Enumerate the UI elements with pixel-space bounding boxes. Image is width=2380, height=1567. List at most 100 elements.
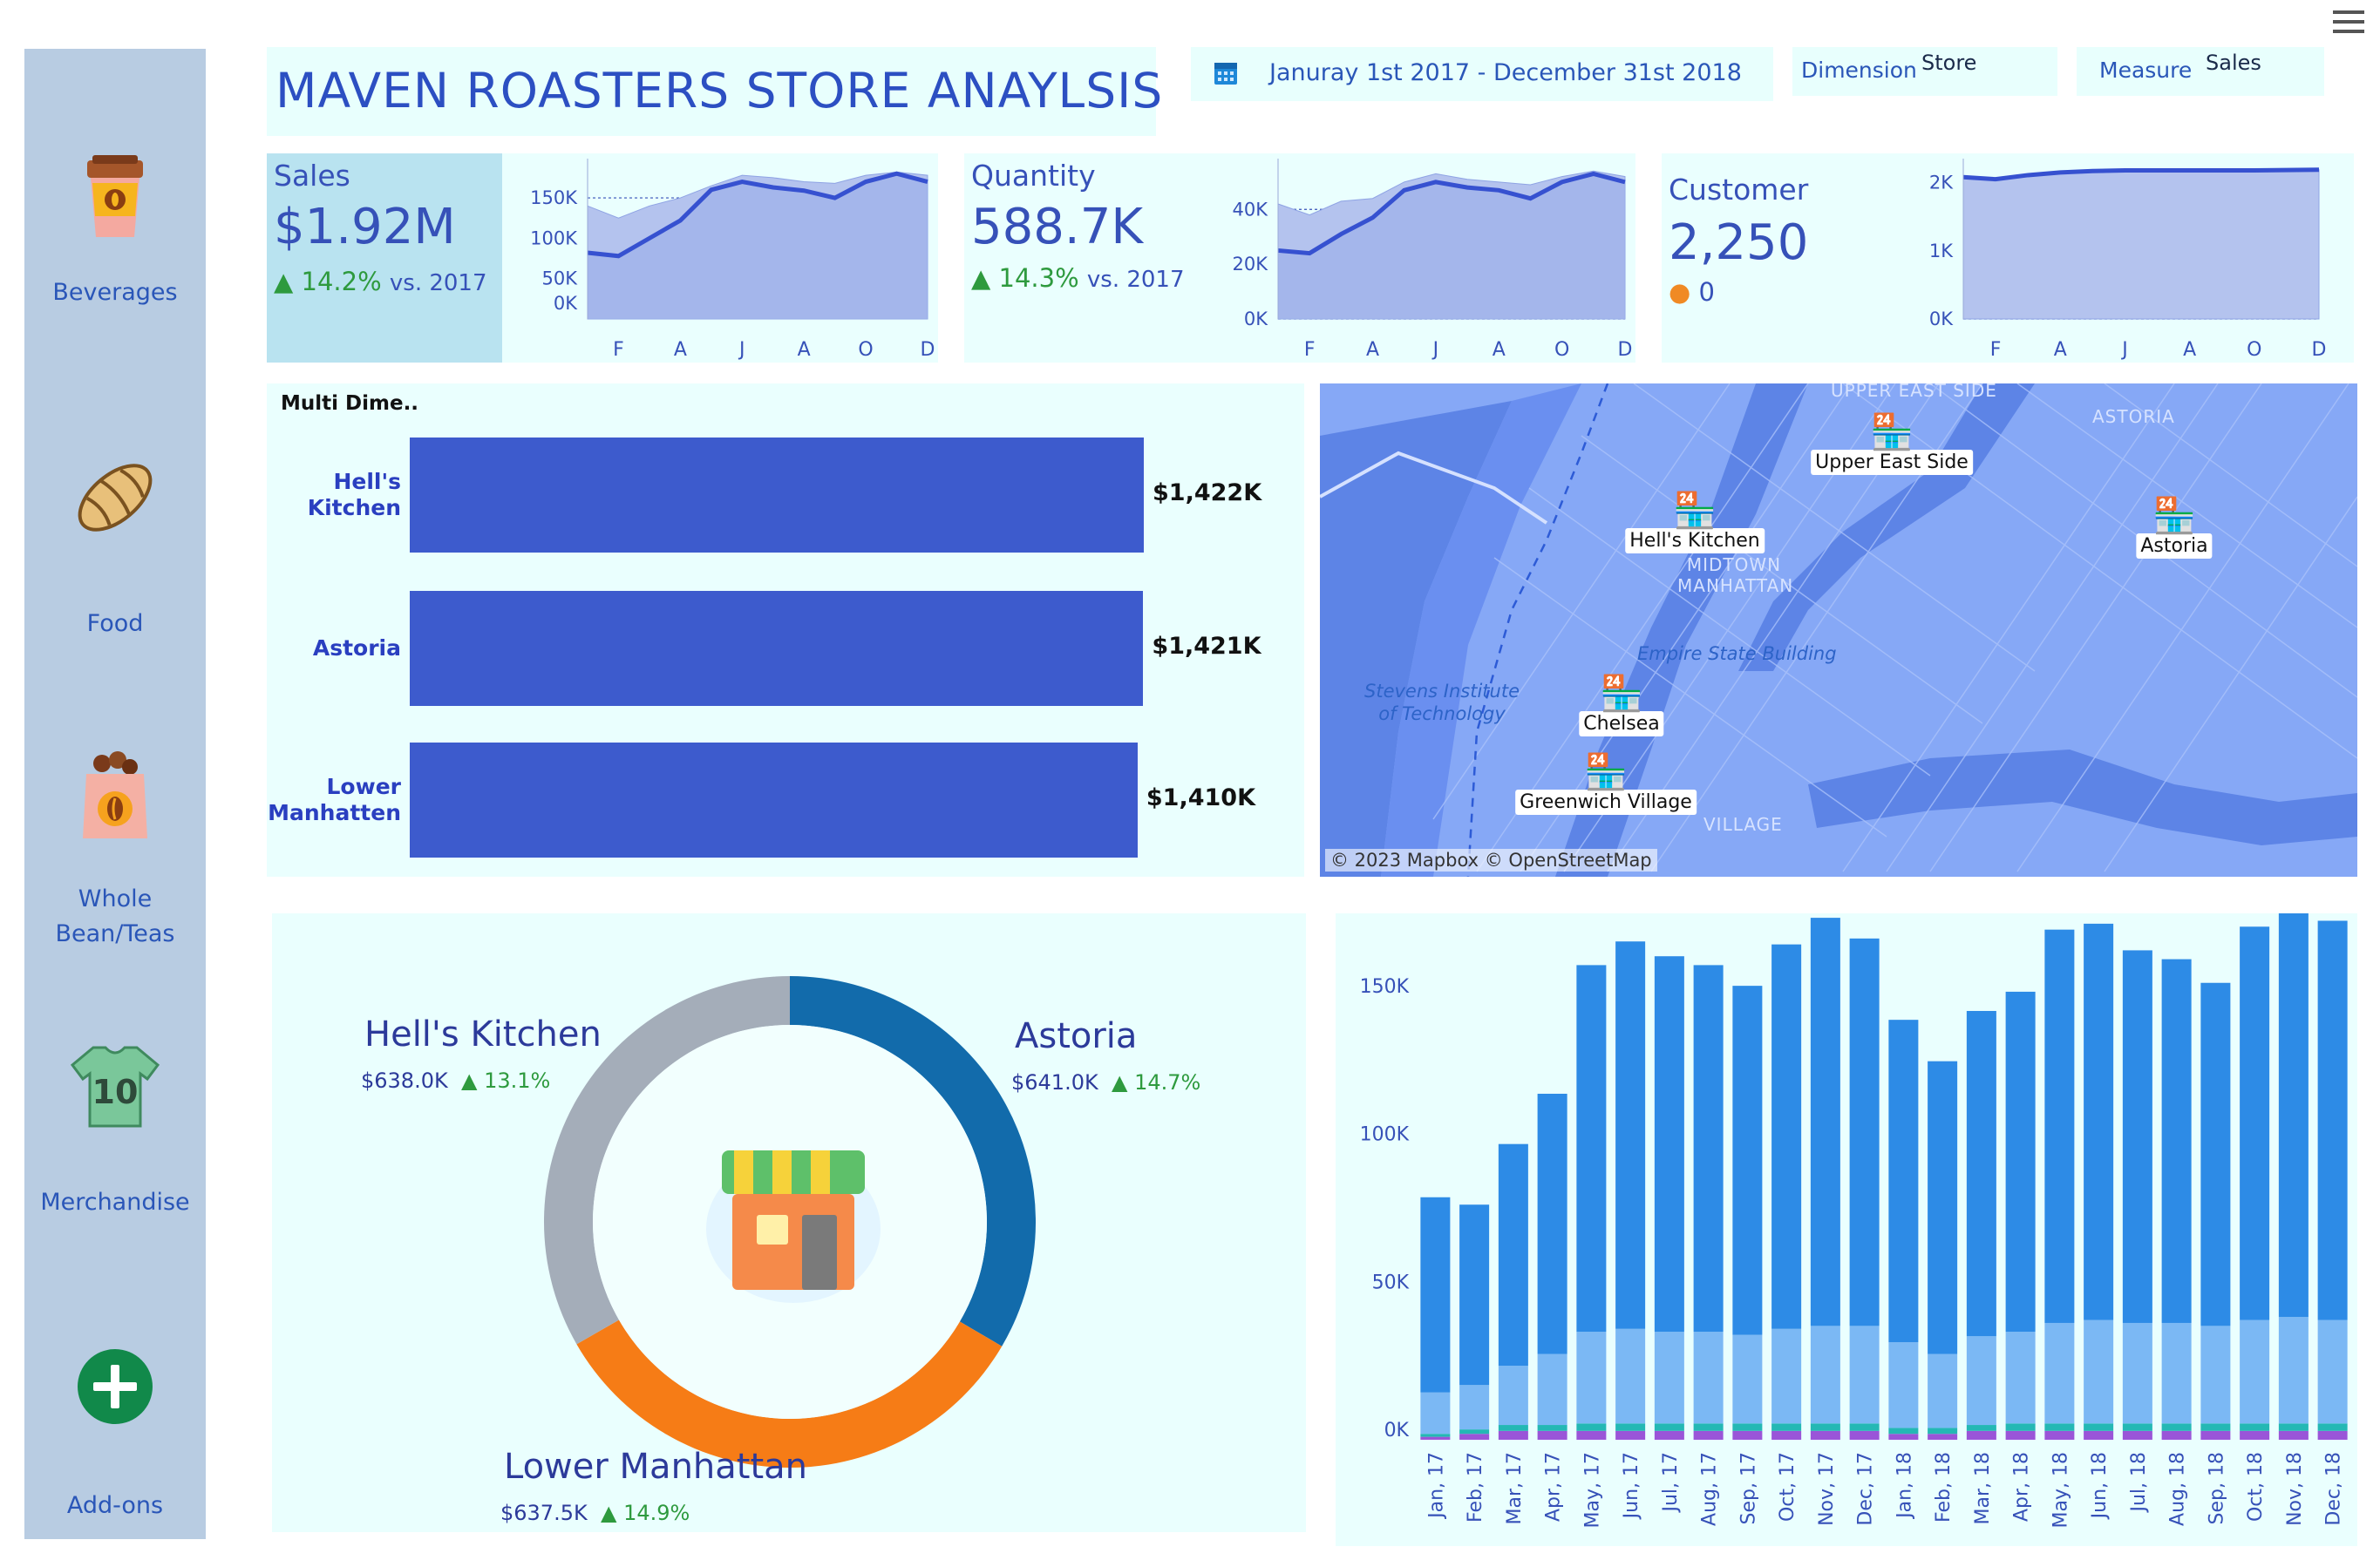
stacked-bar-segment — [2200, 1423, 2231, 1431]
store-icon: 🏪 — [2152, 496, 2196, 536]
stacked-bar-segment — [2084, 1423, 2114, 1431]
sidebar-item-food[interactable]: Food — [24, 450, 206, 641]
stacked-bar-segment — [1888, 1342, 1919, 1428]
x-tick-label: Nov, 17 — [1816, 1452, 1838, 1526]
map-marker-hells-kitchen[interactable]: 🏪 Hell's Kitchen — [1625, 493, 1765, 553]
measure-filter[interactable]: Measure Sales — [2077, 47, 2324, 96]
stacked-bar-segment — [2161, 1430, 2192, 1440]
stacked-bar-segment — [2317, 920, 2348, 1320]
sidebar-item-label: Food — [86, 610, 144, 637]
store-bar-chart: Hell's Kitchen $1,422K Astoria $1,421K Lower… — [267, 383, 1304, 877]
kpi-sales-value: $1.92M — [274, 199, 456, 255]
stacked-bar-segment — [1888, 1428, 1919, 1435]
donut-sub-astoria: $641.0K ▲ 14.7% — [1011, 1070, 1200, 1095]
stacked-bar-segment — [2278, 1423, 2309, 1431]
stacked-bar-segment — [1693, 1430, 1724, 1440]
dimension-filter[interactable]: Dimension Store — [1792, 47, 2057, 96]
croissant-icon — [78, 464, 153, 532]
store-bar[interactable] — [410, 743, 1138, 858]
x-tick-label: Feb, 18 — [1933, 1452, 1955, 1523]
stacked-bar-segment — [1810, 1326, 1840, 1424]
stacked-bar-segment — [1888, 1020, 1919, 1343]
store-bar[interactable] — [410, 591, 1144, 706]
map-marker-chelsea[interactable]: 🏪 Chelsea — [1579, 676, 1664, 736]
menu-icon[interactable] — [2333, 10, 2364, 37]
stacked-bar-segment — [2200, 1430, 2231, 1440]
store-bar[interactable] — [410, 438, 1144, 553]
donut-sub-lower-manhattan: $637.5K ▲ 14.9% — [500, 1501, 690, 1525]
kpi-sales-title: Sales — [274, 159, 350, 193]
stacked-bar-segment — [1459, 1434, 1490, 1440]
stacked-bar-segment — [2278, 1317, 2309, 1424]
x-tick-label: A — [2054, 339, 2067, 361]
stacked-bar-segment — [1771, 1430, 1802, 1440]
stacked-bar-segment — [1576, 1332, 1607, 1424]
stacked-bar-segment — [2044, 929, 2075, 1323]
monthly-stacked-bar-chart: 150K 100K 50K 0K Jan, 17 Feb, 17 Mar, 17 Apr, 1… — [1360, 913, 2348, 1528]
tshirt-icon: 10 — [70, 1046, 160, 1128]
stacked-bar-segment — [1576, 965, 1607, 1333]
x-tick-label: O — [1554, 339, 1569, 361]
sidebar-item-label: Beverages — [52, 279, 178, 306]
up-arrow-icon: ▲ — [274, 267, 294, 296]
x-tick-label: D — [1618, 339, 1633, 361]
store-map[interactable]: UPPER EAST SIDE ASTORIA MIDTOWN MANHATTA… — [1320, 383, 2357, 877]
y-tick-label: 2K — [1929, 173, 1954, 193]
x-tick-label: Mar, 18 — [1972, 1452, 1994, 1525]
neutral-dot-icon: ● — [1669, 277, 1691, 307]
stacked-bar-segment — [1771, 1423, 1802, 1431]
donut-label-lower-manhattan: Lower Manhattan — [504, 1447, 808, 1487]
map-attribution[interactable]: © 2023 Mapbox © OpenStreetMap — [1325, 849, 1657, 872]
donut-label-astoria: Astoria — [1015, 1016, 1138, 1056]
y-tick-label: 100K — [1360, 1124, 1410, 1146]
x-tick-label: Oct, 17 — [1777, 1452, 1799, 1522]
kpi-customer-value: 2,250 — [1669, 214, 1809, 271]
stacked-bar-segment — [2317, 1430, 2348, 1440]
map-marker-upper-east-side[interactable]: 🏪 Upper East Side — [1811, 415, 1973, 475]
map-marker-label: Upper East Side — [1811, 450, 1973, 475]
x-tick-label: A — [798, 339, 811, 361]
sales-sparkline-chart: 150K 100K 50K 0K F A J A O D — [530, 159, 935, 361]
sidebar-item-whole-bean-teas[interactable]: Whole Bean/Teas — [24, 751, 206, 952]
page-title: MAVEN ROASTERS STORE ANAYLSIS — [275, 63, 1164, 119]
stacked-bar-segment — [2084, 923, 2114, 1320]
date-range-filter[interactable]: Januray 1st 2017 - December 31st 2018 — [1191, 47, 1773, 101]
stacked-bar-segment — [1498, 1143, 1528, 1367]
sidebar-item-add-ons[interactable]: Add-ons — [24, 1347, 206, 1523]
map-marker-label: Astoria — [2136, 533, 2213, 559]
store-icon: 🏪 — [1584, 752, 1628, 792]
kpi-sales-vs: vs. 2017 — [389, 270, 487, 296]
x-tick-label: Jul, 17 — [1660, 1452, 1682, 1514]
stacked-bar-segment — [1537, 1353, 1567, 1426]
x-tick-label: Dec, 17 — [1855, 1452, 1877, 1526]
map-marker-label: Greenwich Village — [1515, 790, 1697, 815]
stacked-bar-segment — [2122, 1430, 2152, 1440]
kpi-quantity-vs: vs. 2017 — [1086, 267, 1185, 293]
bar-value-label: $1,410K — [1146, 784, 1256, 811]
area-band — [1962, 169, 2320, 320]
stacked-bar-segment — [1810, 1430, 1840, 1440]
stacked-bar-segment — [1732, 1430, 1763, 1440]
x-tick-label: F — [613, 339, 624, 361]
sidebar-item-label: Whole Bean/Teas — [55, 885, 175, 947]
x-tick-label: A — [674, 339, 687, 361]
sidebar-item-merchandise[interactable]: 10 Merchandise — [24, 1042, 206, 1220]
x-tick-label: J — [2120, 339, 2128, 361]
y-tick-label: 0K — [554, 293, 578, 314]
bar-category-label: Hell's Kitchen — [307, 469, 401, 520]
map-marker-greenwich-village[interactable]: 🏪 Greenwich Village — [1515, 755, 1697, 815]
sidebar-item-beverages[interactable]: Beverages — [24, 153, 206, 310]
x-tick-label: A — [1366, 339, 1379, 361]
x-tick-label: Apr, 17 — [1543, 1452, 1565, 1522]
y-tick-label: 150K — [530, 187, 578, 208]
stacked-bar-segment — [1810, 918, 1840, 1326]
x-tick-label: Mar, 17 — [1504, 1452, 1526, 1525]
x-tick-label: Aug, 18 — [2167, 1452, 2189, 1526]
kpi-quantity-change: ▲ 14.3% vs. 2017 — [971, 263, 1185, 293]
map-place-label: Empire State Building — [1637, 643, 1837, 664]
map-marker-astoria[interactable]: 🏪 Astoria — [2136, 496, 2213, 559]
stacked-bar-segment — [2005, 1430, 2036, 1440]
y-tick-label: 0K — [1244, 309, 1268, 329]
stacked-bar-segment — [2240, 926, 2270, 1320]
stacked-bar-segment — [1498, 1430, 1528, 1440]
